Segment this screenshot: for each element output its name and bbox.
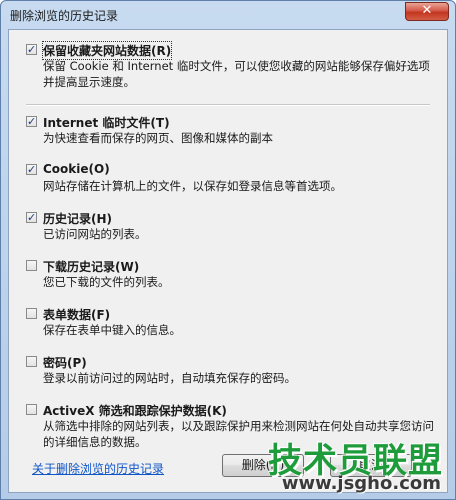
- title-bar[interactable]: 删除浏览的历史记录 ✕: [1, 1, 455, 29]
- option-favorites-description: 保留 Cookie 和 Internet 临时文件，可以使您收藏的网站能够保存偏…: [43, 59, 430, 89]
- close-icon: ✕: [421, 3, 433, 18]
- delete-history-dialog: 删除浏览的历史记录 ✕ ✓ 保留收藏夹网站数据(R) 保留 Cookie 和 I…: [0, 0, 456, 500]
- option-form-data-description: 保存在表单中键入的信息。: [43, 323, 181, 337]
- checkbox-history[interactable]: ✓: [26, 212, 37, 223]
- option-download-history-description: 您已下载的文件的列表。: [43, 275, 170, 289]
- option-history-description: 已访问网站的列表。: [43, 227, 147, 241]
- checkbox-temp-files[interactable]: ✓: [26, 116, 37, 127]
- option-temp-files-label[interactable]: Internet 临时文件(T): [43, 114, 170, 131]
- checkbox-activex[interactable]: [26, 404, 37, 415]
- divider: [26, 104, 430, 106]
- option-activex-description: 从筛选中排除的网站列表，以及跟踪保护用来检测网站在何处自动共享您访问的详细信息的…: [43, 419, 434, 449]
- option-history-label[interactable]: 历史记录(H): [43, 210, 112, 227]
- delete-button[interactable]: 删除(D): [222, 454, 304, 477]
- option-favorites-label[interactable]: 保留收藏夹网站数据(R): [41, 41, 173, 60]
- checkbox-download-history[interactable]: [26, 260, 37, 271]
- option-cookies-description: 网站存储在计算机上的文件，以保存如登录信息等首选项。: [43, 179, 342, 193]
- checkbox-cookies[interactable]: ✓: [26, 164, 37, 175]
- cancel-button[interactable]: 取消: [330, 454, 412, 477]
- close-button[interactable]: ✕: [405, 2, 449, 21]
- option-download-history-label[interactable]: 下载历史记录(W): [43, 258, 139, 275]
- help-link[interactable]: 关于删除浏览的历史记录: [32, 460, 164, 477]
- checkbox-favorites[interactable]: ✓: [26, 44, 37, 55]
- option-cookies-label[interactable]: Cookie(O): [43, 162, 110, 176]
- option-form-data-label[interactable]: 表单数据(F): [43, 306, 110, 323]
- window-title: 删除浏览的历史记录: [10, 9, 119, 23]
- checkbox-form-data[interactable]: [26, 308, 37, 319]
- option-activex-label[interactable]: ActiveX 筛选和跟踪保护数据(K): [43, 402, 227, 419]
- dialog-body: ✓ 保留收藏夹网站数据(R) 保留 Cookie 和 Internet 临时文件…: [8, 29, 448, 493]
- option-temp-files-description: 为快速查看而保存的网页、图像和媒体的副本: [43, 131, 273, 145]
- checkbox-passwords[interactable]: [26, 356, 37, 367]
- option-passwords-description: 登录以前访问过的网站时，自动填充保存的密码。: [43, 371, 296, 385]
- option-passwords-label[interactable]: 密码(P): [43, 354, 87, 371]
